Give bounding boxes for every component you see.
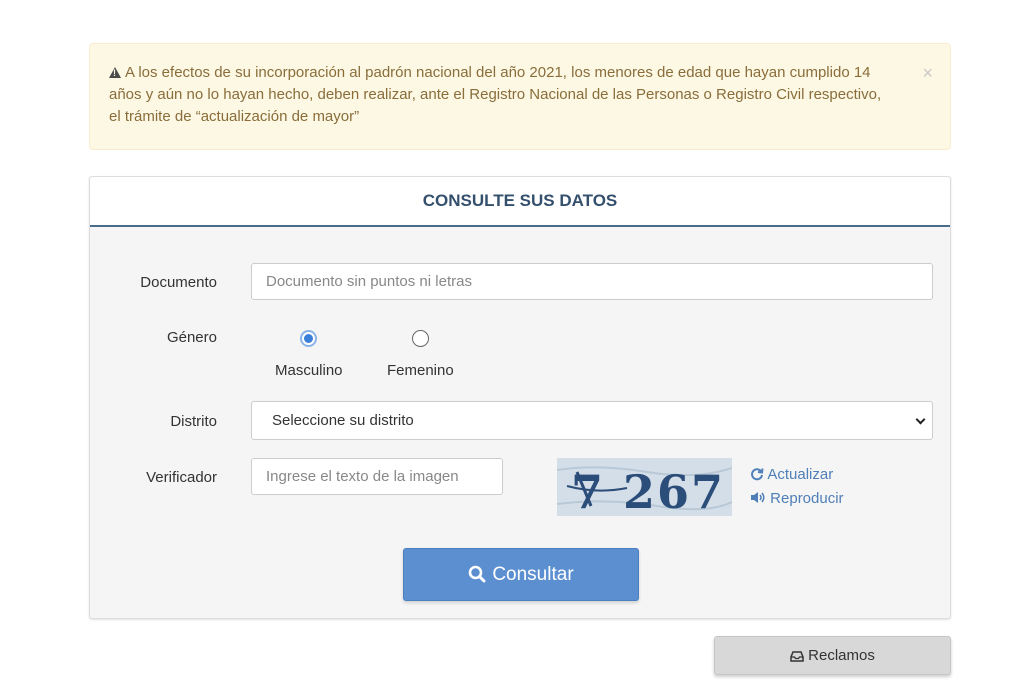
audio-captcha-link[interactable]: Reproducir: [750, 490, 844, 507]
verificador-input[interactable]: [251, 458, 503, 495]
close-icon[interactable]: ×: [922, 62, 933, 84]
distrito-label: Distrito: [170, 413, 217, 430]
distrito-select[interactable]: Seleccione su distrito: [251, 401, 933, 440]
radio-masculino[interactable]: [300, 330, 317, 347]
genero-label: Género: [166, 329, 217, 346]
search-icon: [469, 565, 486, 583]
radio-femenino[interactable]: [412, 330, 429, 347]
inbox-icon: [790, 651, 804, 662]
consultar-label: Consultar: [492, 564, 574, 585]
refresh-captcha-link[interactable]: Actualizar: [750, 466, 833, 483]
panel-title: CONSULTE SUS DATOS: [90, 177, 950, 227]
volume-icon: [751, 492, 765, 503]
refresh-label: Actualizar: [767, 466, 834, 483]
audio-label: Reproducir: [770, 490, 844, 507]
consultar-button[interactable]: Consultar: [403, 548, 639, 601]
radio-label-femenino: Femenino: [387, 362, 454, 379]
warning-icon: [109, 67, 121, 78]
documento-input[interactable]: [251, 263, 933, 300]
radio-label-masculino: Masculino: [275, 362, 343, 379]
warning-alert: A los efectos de su incorporación al pad…: [89, 43, 951, 150]
chevron-down-icon: [915, 414, 926, 425]
alert-text: A los efectos de su incorporación al pad…: [109, 64, 882, 125]
verificador-label: Verificador: [146, 469, 217, 486]
documento-label: Documento: [140, 274, 217, 291]
distrito-selected-value: Seleccione su distrito: [272, 412, 414, 429]
consult-panel: CONSULTE SUS DATOS Documento Género Masc…: [89, 176, 951, 619]
reclamos-button[interactable]: Reclamos: [714, 636, 951, 675]
captcha-graphic: 7 267: [557, 458, 732, 516]
refresh-icon: [751, 468, 764, 481]
reclamos-label: Reclamos: [808, 647, 875, 664]
captcha-image: 7 267: [557, 458, 732, 516]
